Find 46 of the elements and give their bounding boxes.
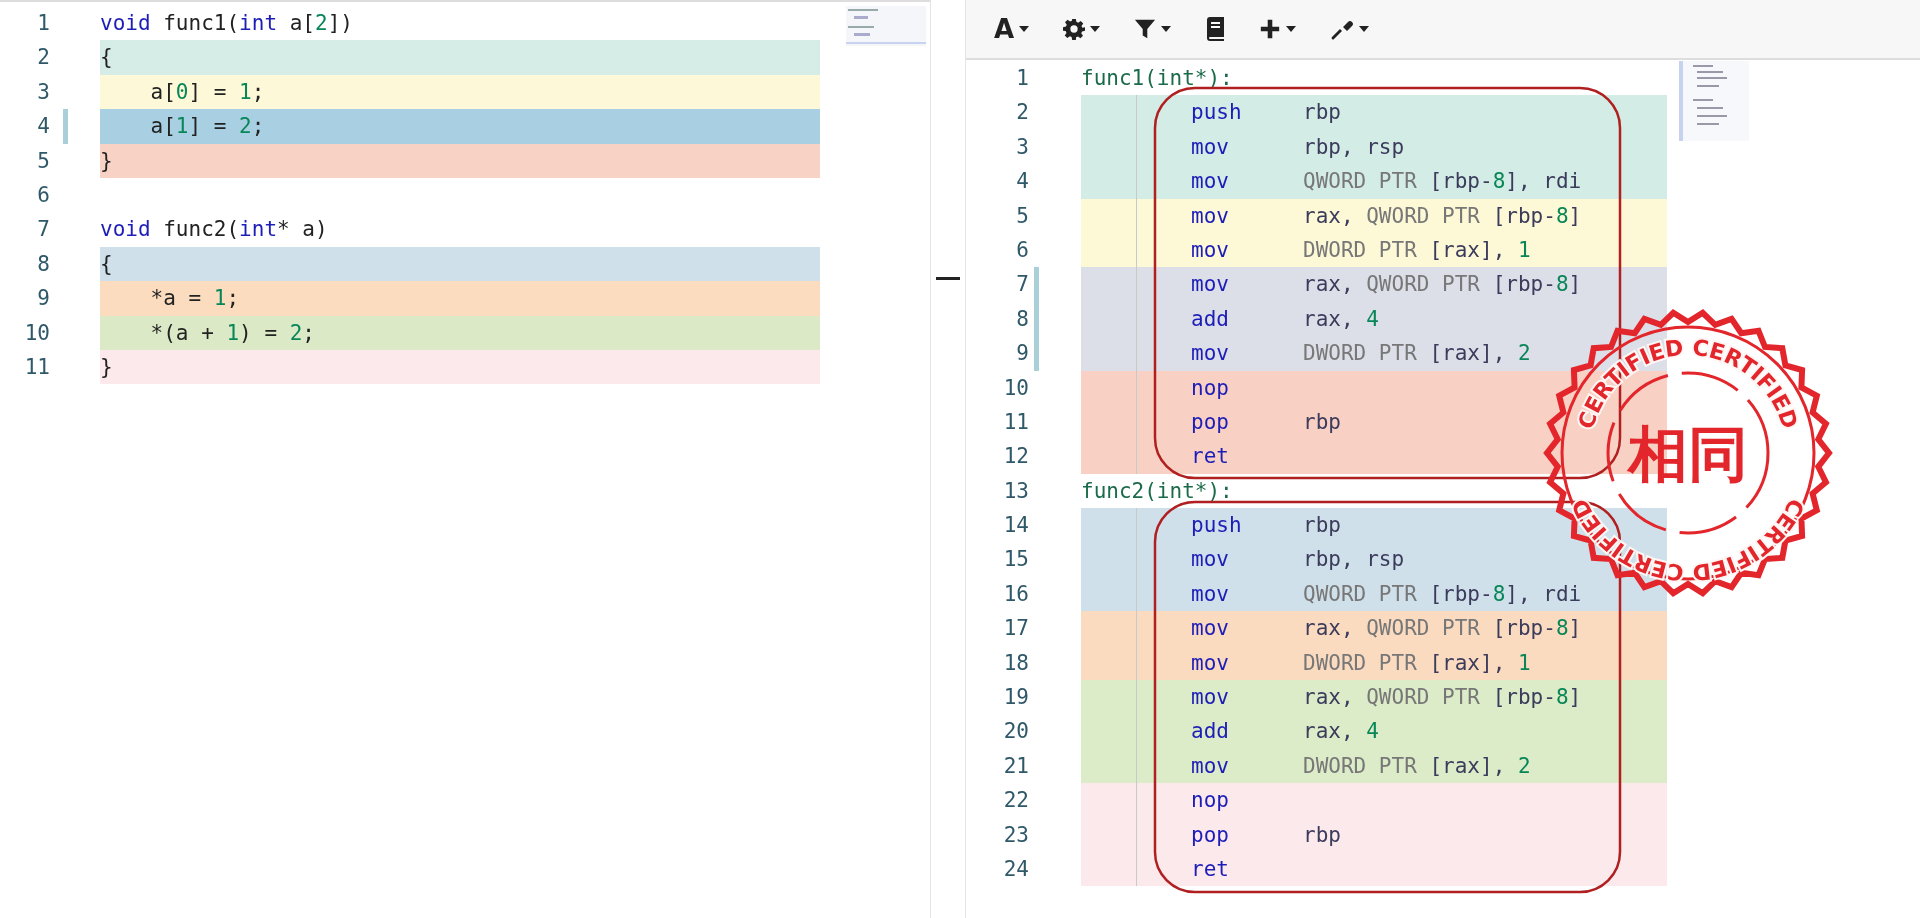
line-number: 15 [1002,546,1029,574]
line-number: 10 [23,319,50,347]
line-number: 7 [36,216,50,244]
line-number: 6 [1015,236,1029,264]
scroll-position-marker [936,277,960,280]
minimap[interactable] [1679,61,1749,141]
line-number: 11 [23,353,50,381]
line-number: 1 [1015,65,1029,92]
line-number: 9 [36,285,50,313]
code-line: void func1(int a[2]) [100,10,354,37]
settings-icon [1063,18,1086,40]
label-line: func1(int*): [1081,65,1234,92]
line-number: 20 [1002,718,1029,746]
line-number: 10 [1002,374,1029,402]
line-number: 14 [1002,512,1029,540]
line-number: 6 [36,181,50,209]
book-icon [1205,17,1226,41]
line-number: 3 [36,78,50,106]
plus-icon [1259,18,1282,40]
filter-icon [1134,18,1157,40]
line-number: 19 [1002,684,1029,712]
code-line: void func2(int* a) [100,216,329,244]
line-number: 8 [1015,305,1029,333]
line-number: 2 [36,44,50,72]
line-number: 23 [1002,821,1029,849]
line-number: 9 [1015,340,1029,368]
line-number: 11 [1002,408,1029,436]
line-number: 4 [1015,168,1029,196]
line-number: 7 [1015,271,1029,299]
line-number: 12 [1002,443,1029,471]
line-number: 18 [1002,649,1029,677]
wrench-icon [1330,18,1355,40]
line-number: 5 [36,147,50,175]
line-number: 1 [36,10,50,37]
line-number: 16 [1002,580,1029,608]
font-menu-button[interactable]: A [986,10,1038,48]
line-number: 22 [1002,787,1029,815]
line-number: 2 [1015,99,1029,127]
line-number: 13 [1002,477,1029,505]
line-number: 8 [36,250,50,278]
line-number: 24 [1002,856,1029,883]
line-number: 4 [36,113,50,141]
line-number: 21 [1002,752,1029,780]
line-number: 5 [1015,202,1029,230]
line-number: 17 [1002,615,1029,643]
line-number: 3 [1015,133,1029,161]
